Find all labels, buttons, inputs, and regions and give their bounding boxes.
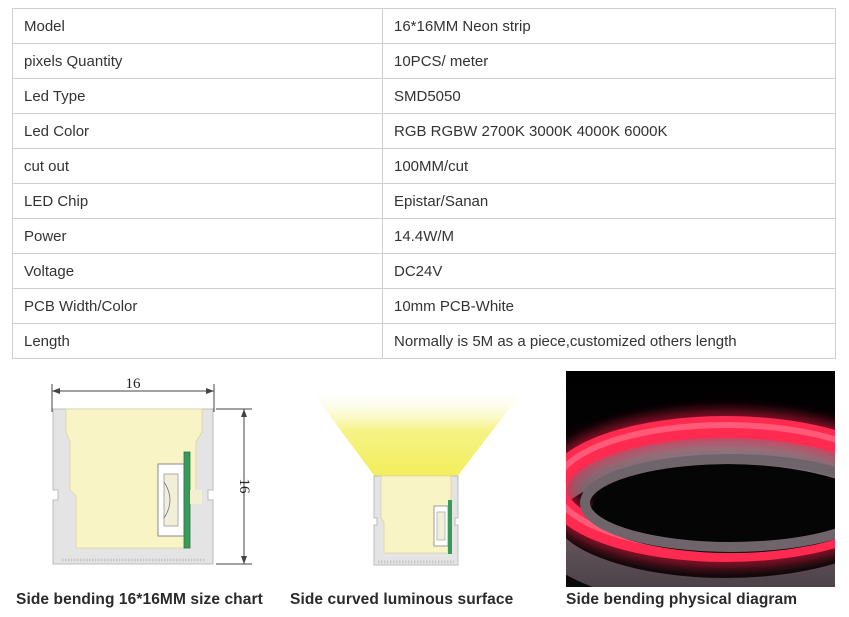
spec-table-body: Model 16*16MM Neon strip pixels Quantity 10… [12, 8, 836, 359]
spec-label: PCB Width/Color [12, 288, 383, 324]
caption-size-chart: Side bending 16*16MM size chart [16, 591, 263, 608]
spec-value: 16*16MM Neon strip [382, 8, 836, 44]
spec-label: pixels Quantity [12, 43, 383, 79]
spec-label: Power [12, 218, 383, 254]
spec-row: Model 16*16MM Neon strip [12, 8, 836, 44]
spec-label: cut out [12, 148, 383, 184]
width-label: 16 [126, 376, 142, 392]
spec-row: Led Color RGB RGBW 2700K 3000K 4000K 6000… [12, 113, 836, 149]
spec-value: RGB RGBW 2700K 3000K 4000K 6000K [382, 113, 836, 149]
caption-luminous-surface: Side curved luminous surface [290, 591, 514, 608]
spec-value: 10mm PCB-White [382, 288, 836, 324]
spec-row: LED Chip Epistar/Sanan [12, 183, 836, 219]
spec-row: Voltage DC24V [12, 253, 836, 289]
spec-value: 100MM/cut [382, 148, 836, 184]
size-chart-diagram: 16 16 [51, 376, 252, 565]
spec-value: SMD5050 [382, 78, 836, 114]
spec-value: Normally is 5M as a piece,customized oth… [382, 323, 836, 359]
spec-label: Length [12, 323, 383, 359]
spec-value: DC24V [382, 253, 836, 289]
luminous-surface-diagram [312, 392, 522, 566]
caption-physical-diagram: Side bending physical diagram [566, 591, 798, 608]
spec-row: cut out 100MM/cut [12, 148, 836, 184]
spec-value: 14.4W/M [382, 218, 836, 254]
spec-value: Epistar/Sanan [382, 183, 836, 219]
spec-row: Power 14.4W/M [12, 218, 836, 254]
spec-label: Voltage [12, 253, 383, 289]
pcb-board [183, 451, 191, 549]
spec-row: Led Type SMD5050 [12, 78, 836, 114]
spec-label: LED Chip [12, 183, 383, 219]
pcb-board [448, 500, 452, 554]
spec-label: Led Type [12, 78, 383, 114]
spec-label: Model [12, 8, 383, 44]
neon-strip-photo [566, 371, 835, 587]
height-label: 16 [236, 479, 252, 495]
spec-row: pixels Quantity 10PCS/ meter [12, 43, 836, 79]
spec-label: Led Color [12, 113, 383, 149]
spec-row: Length Normally is 5M as a piece,customiz… [12, 323, 836, 359]
spec-row: PCB Width/Color 10mm PCB-White [12, 288, 836, 324]
spec-table: Model 16*16MM Neon strip pixels Quantity 10… [12, 8, 836, 359]
light-beam [312, 392, 522, 478]
spec-value: 10PCS/ meter [382, 43, 836, 79]
